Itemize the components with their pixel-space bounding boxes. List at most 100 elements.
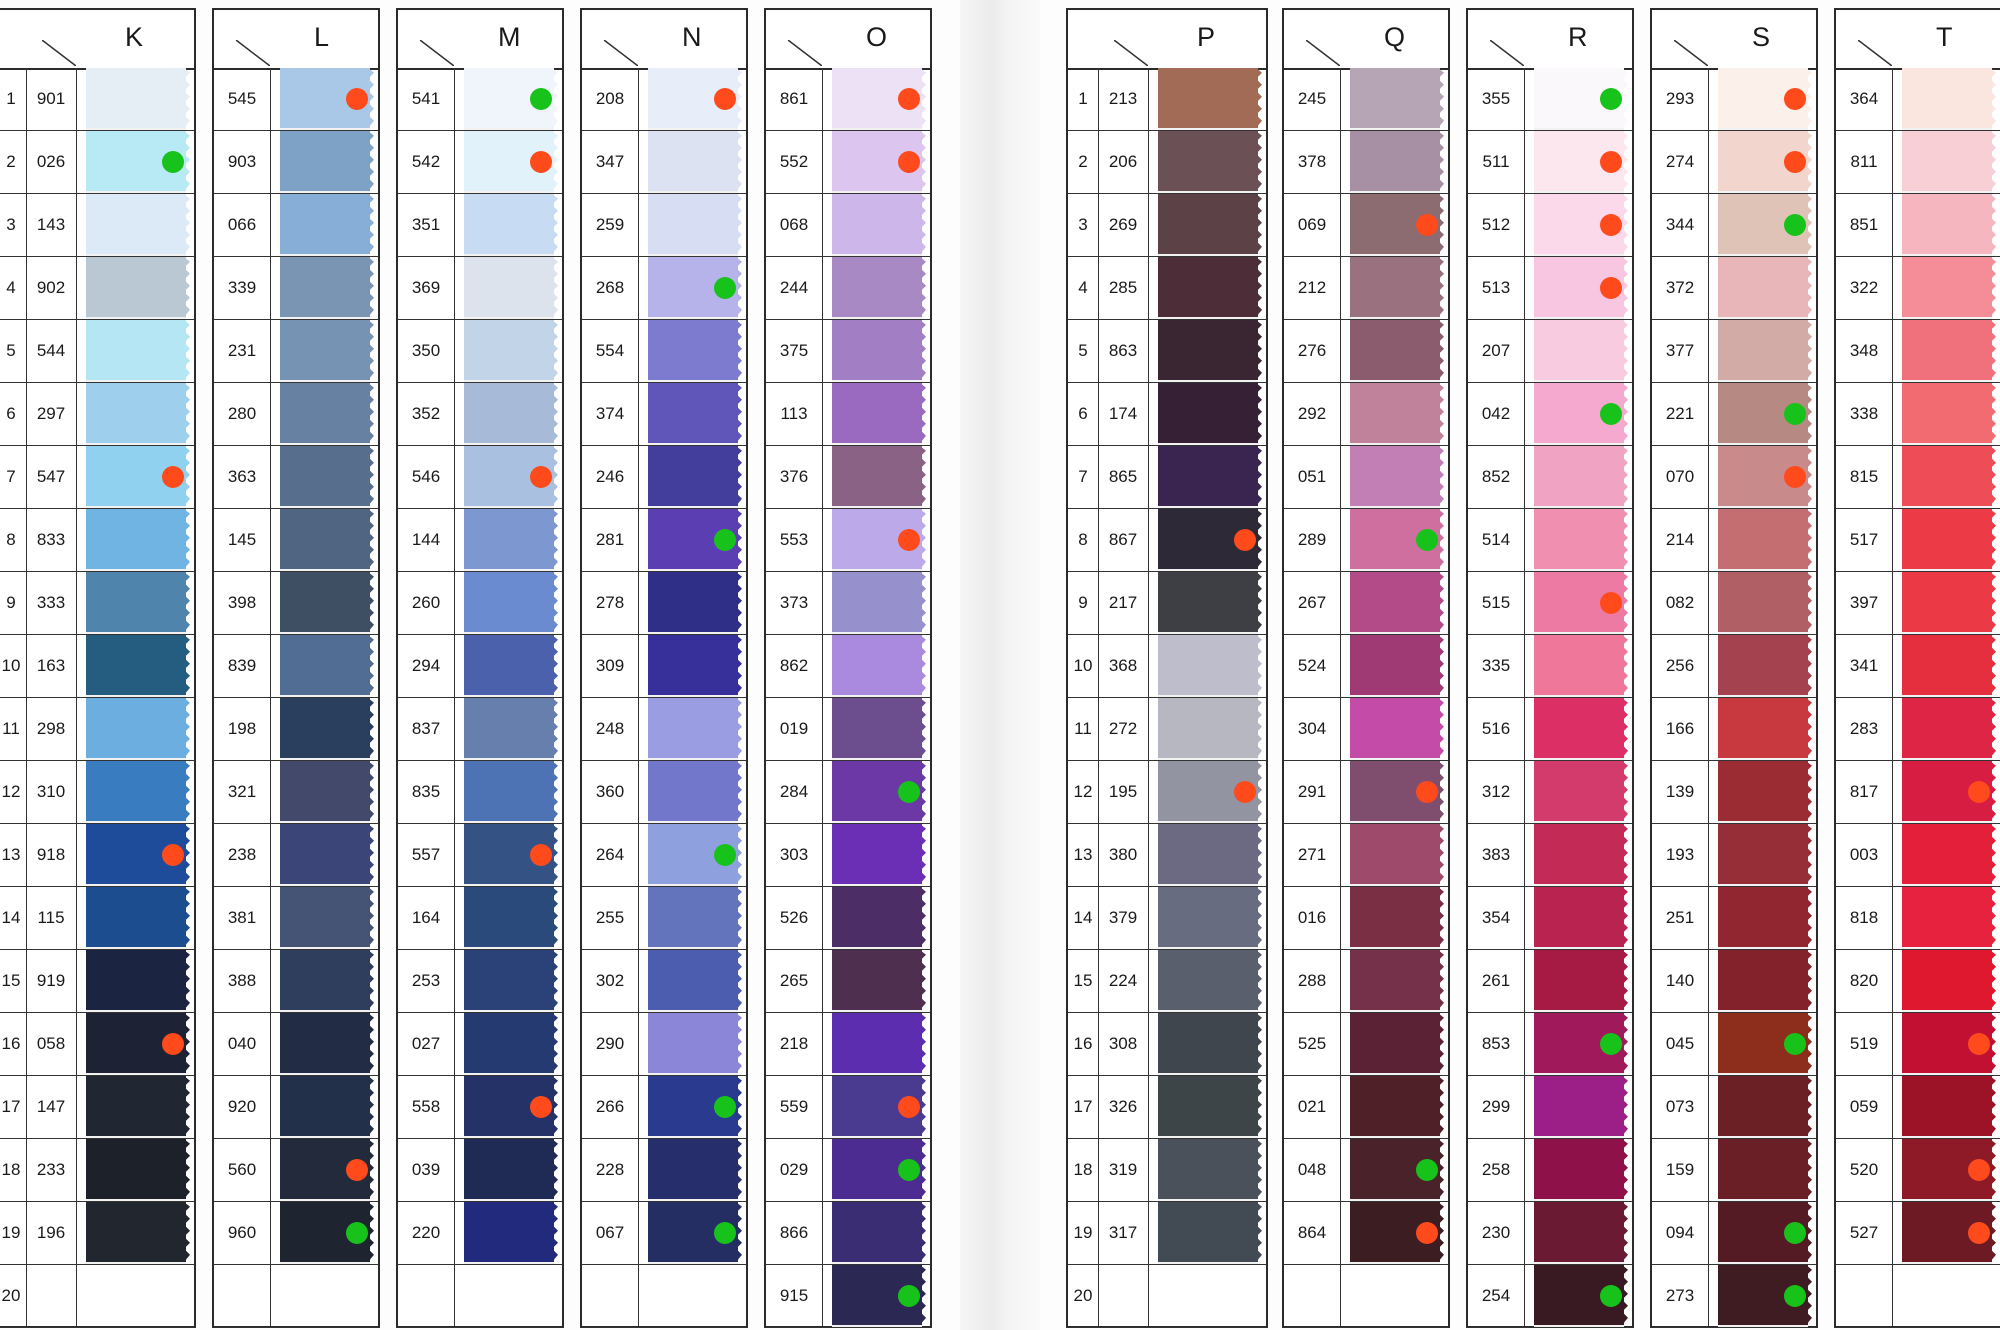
swatch-row: 839	[214, 635, 378, 698]
color-code: 348	[1849, 341, 1879, 360]
swatch-row: 281	[582, 509, 746, 572]
swatch-row: 15 224	[1068, 950, 1266, 1013]
row-number: 3	[1078, 215, 1088, 234]
swatch-row: 164	[398, 887, 562, 950]
color-code: 837	[411, 719, 441, 738]
yarn-swatch	[648, 950, 738, 1012]
card-header: O	[766, 10, 930, 70]
swatch-row: 048	[1284, 1139, 1448, 1202]
color-code: 291	[1297, 782, 1327, 801]
swatch-row: 283	[1836, 698, 2000, 761]
color-code: 238	[227, 845, 257, 864]
swatch-row: 383	[1468, 824, 1632, 887]
yarn-swatch	[832, 257, 922, 319]
color-code: 082	[1665, 593, 1695, 612]
swatch-row: 255	[582, 887, 746, 950]
red-dot-marker	[530, 1096, 552, 1118]
color-code: 863	[1108, 341, 1138, 360]
swatch-row: 14 379	[1068, 887, 1266, 950]
yarn-swatch	[1718, 1139, 1808, 1201]
header-divider-stroke	[1674, 40, 1708, 66]
red-dot-marker	[1416, 214, 1438, 236]
color-code: 281	[595, 530, 625, 549]
swatch-row: 13 918	[0, 824, 194, 887]
yarn-swatch	[832, 572, 922, 634]
swatch-row: 542	[398, 131, 562, 194]
red-dot-marker	[1784, 88, 1806, 110]
red-dot-marker	[346, 1159, 368, 1181]
color-code: 862	[779, 656, 809, 675]
color-code: 016	[1297, 908, 1327, 927]
red-dot-marker	[1416, 1222, 1438, 1244]
color-code: 520	[1849, 1160, 1879, 1179]
color-code: 960	[227, 1223, 257, 1242]
card-letter: Q	[1384, 22, 1406, 52]
row-number: 11	[1074, 719, 1092, 738]
color-code: 851	[1849, 215, 1879, 234]
color-code: 283	[1849, 719, 1879, 738]
red-dot-marker	[898, 88, 920, 110]
color-code: 066	[227, 215, 257, 234]
color-code: 388	[227, 971, 257, 990]
swatch-row	[398, 1265, 562, 1328]
yarn-swatch	[280, 1013, 370, 1075]
color-code: 321	[227, 782, 257, 801]
swatch-row: 17 147	[0, 1076, 194, 1139]
swatch-row: 369	[398, 257, 562, 320]
color-code: 140	[1665, 971, 1695, 990]
color-code: 339	[227, 278, 257, 297]
yarn-swatch	[1902, 509, 1992, 571]
yarn-swatch	[1902, 320, 1992, 382]
swatch-row: 280	[214, 383, 378, 446]
yarn-swatch	[832, 824, 922, 886]
yarn-swatch	[280, 194, 370, 256]
yarn-swatch	[1718, 635, 1808, 697]
yarn-swatch	[1350, 68, 1440, 130]
yarn-swatch	[1534, 761, 1624, 823]
swatch-row: 4 902	[0, 257, 194, 320]
color-code: 544	[36, 341, 66, 360]
red-dot-marker	[898, 1096, 920, 1118]
color-code: 293	[1665, 89, 1695, 108]
swatch-row: 381	[214, 887, 378, 950]
swatch-row: 254	[1468, 1265, 1632, 1328]
swatch-row: 511	[1468, 131, 1632, 194]
color-code: 383	[1481, 845, 1511, 864]
yarn-swatch	[648, 761, 738, 823]
color-card-t: T 364 811 851 322 348 338 815 517 397 341 283 817 003…	[1834, 8, 2000, 1328]
red-dot-marker	[1234, 781, 1256, 803]
swatch-row: 11 298	[0, 698, 194, 761]
green-dot-marker	[1600, 88, 1622, 110]
color-code: 865	[1108, 467, 1138, 486]
yarn-swatch	[1534, 635, 1624, 697]
swatch-row: 13 380	[1068, 824, 1266, 887]
color-code: 260	[411, 593, 441, 612]
card-letter: O	[866, 22, 888, 52]
color-code: 372	[1665, 278, 1695, 297]
yarn-swatch	[86, 320, 186, 382]
color-code: 817	[1849, 782, 1879, 801]
swatch-row: 321	[214, 761, 378, 824]
color-code: 213	[1108, 89, 1138, 108]
swatch-row: 070	[1652, 446, 1816, 509]
color-code: 308	[1108, 1034, 1138, 1053]
color-code: 019	[779, 719, 809, 738]
yarn-swatch	[832, 887, 922, 949]
row-number: 1	[1078, 89, 1088, 108]
yarn-swatch	[1902, 698, 1992, 760]
swatch-row: 276	[1284, 320, 1448, 383]
yarn-swatch	[280, 131, 370, 193]
color-code: 918	[36, 845, 66, 864]
swatch-row: 066	[214, 194, 378, 257]
swatch-row: 19 317	[1068, 1202, 1266, 1265]
yarn-swatch	[648, 1139, 738, 1201]
color-code: 852	[1481, 467, 1511, 486]
color-code: 267	[1297, 593, 1327, 612]
swatch-row: 258	[1468, 1139, 1632, 1202]
yarn-swatch	[1158, 1139, 1258, 1201]
color-code: 553	[779, 530, 809, 549]
swatch-row: 18 233	[0, 1139, 194, 1202]
color-code	[214, 1265, 270, 1327]
color-code: 811	[1850, 152, 1878, 171]
swatch-row: 303	[766, 824, 930, 887]
